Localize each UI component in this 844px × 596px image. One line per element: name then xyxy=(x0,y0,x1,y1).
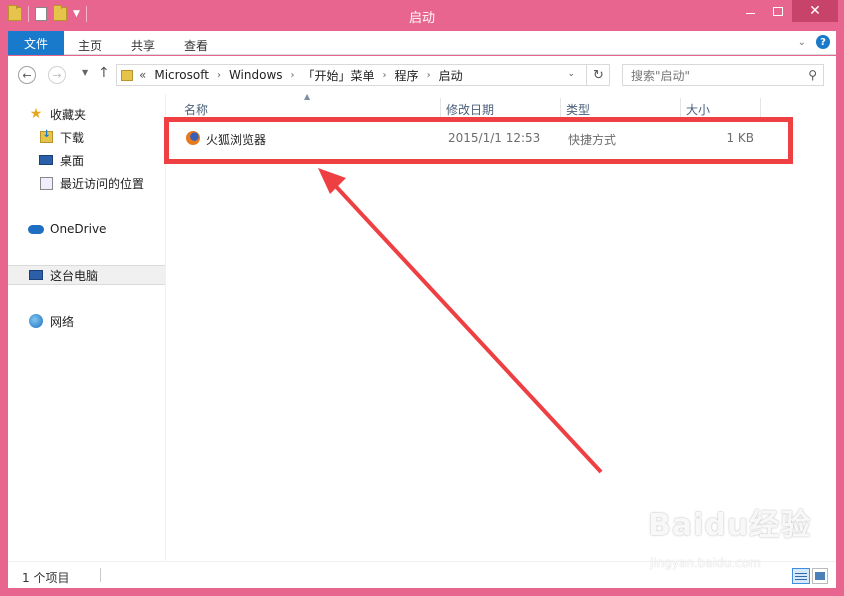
tab-share[interactable]: 共享 xyxy=(131,37,155,54)
sidebar-item-label: OneDrive xyxy=(50,222,107,236)
view-switcher xyxy=(792,568,828,584)
window-controls: ✕ xyxy=(736,0,838,22)
sidebar-item-network[interactable]: 网络 xyxy=(8,311,165,331)
explorer-window: ▼ 启动 ✕ 文件 主页 共享 查看 ⌄ ? ← → ▼ ↑ « Microso… xyxy=(0,0,844,596)
sidebar-item-label: 桌面 xyxy=(60,153,85,168)
watermark-url: jingyan.baidu.com xyxy=(650,556,761,570)
breadcrumb-windows[interactable]: Windows xyxy=(229,68,283,82)
refresh-icon: ↻ xyxy=(593,67,604,83)
details-view-button[interactable] xyxy=(792,568,810,584)
sidebar-item-desktop[interactable]: 桌面 xyxy=(8,150,165,170)
chevron-right-icon[interactable]: › xyxy=(383,70,387,81)
navigation-pane: ★ 收藏夹 下载 桌面 最近访问的位置 OneDrive 这台电脑 xyxy=(8,94,166,561)
large-icons-view-button[interactable] xyxy=(812,568,828,584)
chevron-right-icon[interactable]: › xyxy=(427,70,431,81)
chevron-right-icon[interactable]: › xyxy=(217,70,221,81)
tab-home[interactable]: 主页 xyxy=(78,37,102,54)
forward-button[interactable]: → xyxy=(48,66,66,84)
sidebar-item-this-pc[interactable]: 这台电脑 xyxy=(8,265,165,285)
sidebar-item-label: 最近访问的位置 xyxy=(60,176,145,191)
folder-icon xyxy=(121,69,133,81)
status-divider xyxy=(100,568,101,582)
watermark-logo: Baidu经验 xyxy=(648,508,812,543)
back-button[interactable]: ← xyxy=(18,66,36,84)
sidebar-item-onedrive[interactable]: OneDrive xyxy=(8,219,165,239)
sidebar-item-favorites[interactable]: ★ 收藏夹 xyxy=(8,104,165,124)
column-label: 名称 xyxy=(184,102,209,117)
sidebar-item-label: 这台电脑 xyxy=(50,268,99,283)
recent-places-icon xyxy=(38,176,54,190)
up-arrow-icon[interactable]: ↑ xyxy=(98,65,110,81)
tab-file[interactable]: 文件 xyxy=(8,31,64,55)
refresh-button[interactable]: ↻ xyxy=(586,64,610,86)
expand-ribbon-icon[interactable]: ⌄ xyxy=(798,37,806,48)
file-list: 名称 ▲ 修改日期 类型 大小 火狐浏览器 2015/1/1 12:53 快捷方… xyxy=(168,92,836,561)
star-icon: ★ xyxy=(29,106,43,122)
back-arrow-icon: ← xyxy=(22,68,32,82)
search-icon[interactable]: ⚲ xyxy=(808,68,817,82)
column-label: 大小 xyxy=(686,102,711,117)
close-icon: ✕ xyxy=(809,3,821,19)
desktop-icon xyxy=(38,153,54,167)
cloud-icon xyxy=(28,222,44,236)
column-label: 修改日期 xyxy=(446,102,495,117)
ribbon: 文件 主页 共享 查看 ⌄ ? xyxy=(8,31,836,55)
sidebar-item-label: 收藏夹 xyxy=(50,107,87,122)
address-bar[interactable]: « Microsoft › Windows › 「开始」菜单 › 程序 › 启动… xyxy=(116,64,610,86)
breadcrumb-programs[interactable]: 程序 xyxy=(395,67,419,84)
window-title: 启动 xyxy=(408,11,435,26)
maximize-button[interactable] xyxy=(764,0,792,22)
sidebar-item-label: 网络 xyxy=(50,314,75,329)
sort-ascending-icon: ▲ xyxy=(304,92,311,101)
downloads-folder-icon xyxy=(38,129,54,144)
search-placeholder: 搜索"启动" xyxy=(631,68,691,83)
chevron-right-icon[interactable]: › xyxy=(291,70,295,81)
column-label: 类型 xyxy=(566,102,591,117)
search-input[interactable]: 搜索"启动" ⚲ xyxy=(622,64,824,86)
address-dropdown-icon[interactable]: ⌄ xyxy=(567,69,575,79)
sidebar-item-recent-places[interactable]: 最近访问的位置 xyxy=(8,173,165,193)
breadcrumb-start-menu[interactable]: 「开始」菜单 xyxy=(303,67,375,84)
navigation-bar: ← → ▼ ↑ « Microsoft › Windows › 「开始」菜单 ›… xyxy=(8,56,836,94)
sidebar-item-label: 下载 xyxy=(60,130,85,145)
computer-icon xyxy=(28,268,44,282)
highlight-annotation xyxy=(164,117,793,164)
network-icon xyxy=(28,314,44,328)
title-bar: ▼ 启动 ✕ xyxy=(0,0,844,30)
breadcrumb-microsoft[interactable]: Microsoft xyxy=(154,68,209,82)
ribbon-controls: ⌄ ? xyxy=(798,35,830,49)
breadcrumb-overflow[interactable]: « xyxy=(139,68,146,82)
recent-locations-dropdown-icon[interactable]: ▼ xyxy=(82,68,88,77)
item-count: 1 个项目 xyxy=(22,571,70,585)
tab-view[interactable]: 查看 xyxy=(184,37,208,54)
sidebar-item-downloads[interactable]: 下载 xyxy=(8,127,165,147)
close-button[interactable]: ✕ xyxy=(792,0,838,22)
minimize-button[interactable] xyxy=(736,0,764,22)
help-icon[interactable]: ? xyxy=(816,35,830,49)
breadcrumb-startup[interactable]: 启动 xyxy=(439,67,463,84)
content-area: ★ 收藏夹 下载 桌面 最近访问的位置 OneDrive 这台电脑 xyxy=(8,92,836,561)
forward-arrow-icon: → xyxy=(52,68,62,82)
